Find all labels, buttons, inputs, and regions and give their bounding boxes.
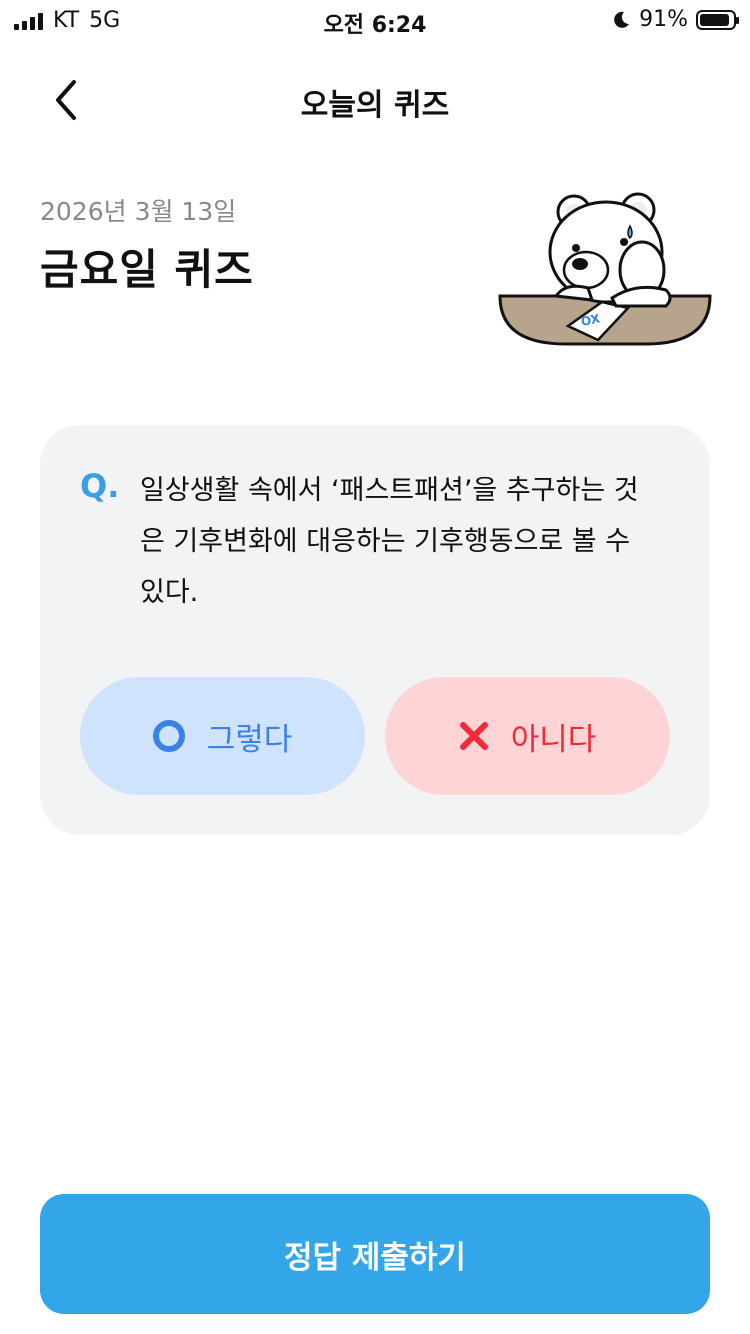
answer-yes-button[interactable]: 그렇다 — [80, 677, 365, 795]
answer-no-label: 아니다 — [510, 721, 597, 758]
question-prefix: Q. — [80, 467, 120, 505]
question-text: 일상생활 속에서 ‘패스트패션’을 추구하는 것은 기후변화에 대응하는 기후행… — [140, 475, 639, 608]
nav-bar: 오늘의 퀴즈 — [0, 60, 750, 140]
submit-answer-label: 정답 제출하기 — [284, 1239, 466, 1276]
moon-icon — [614, 11, 630, 28]
circle-o-icon — [152, 720, 185, 752]
answer-no-button[interactable]: 아니다 — [385, 677, 670, 795]
quiz-date: 2026년 3월 13일 — [40, 197, 237, 226]
battery-icon — [696, 9, 739, 30]
submit-answer-button[interactable]: 정답 제출하기 — [40, 1194, 710, 1314]
question-card: Q. 일상생활 속에서 ‘패스트패션’을 추구하는 것은 기후변화에 대응하는 … — [40, 425, 710, 835]
answer-yes-label: 그렇다 — [206, 721, 293, 758]
page-title: 오늘의 퀴즈 — [300, 88, 450, 123]
battery-fill — [700, 13, 730, 26]
quiz-heading: 금요일 퀴즈 — [40, 245, 254, 294]
battery-percent: 91% — [639, 7, 688, 32]
status-right: 91% — [611, 7, 739, 32]
bear-mascot-illustration: OX — [498, 192, 712, 346]
x-icon — [459, 722, 488, 750]
status-bar: KT 5G 오전 6:24 91% — [0, 0, 750, 42]
